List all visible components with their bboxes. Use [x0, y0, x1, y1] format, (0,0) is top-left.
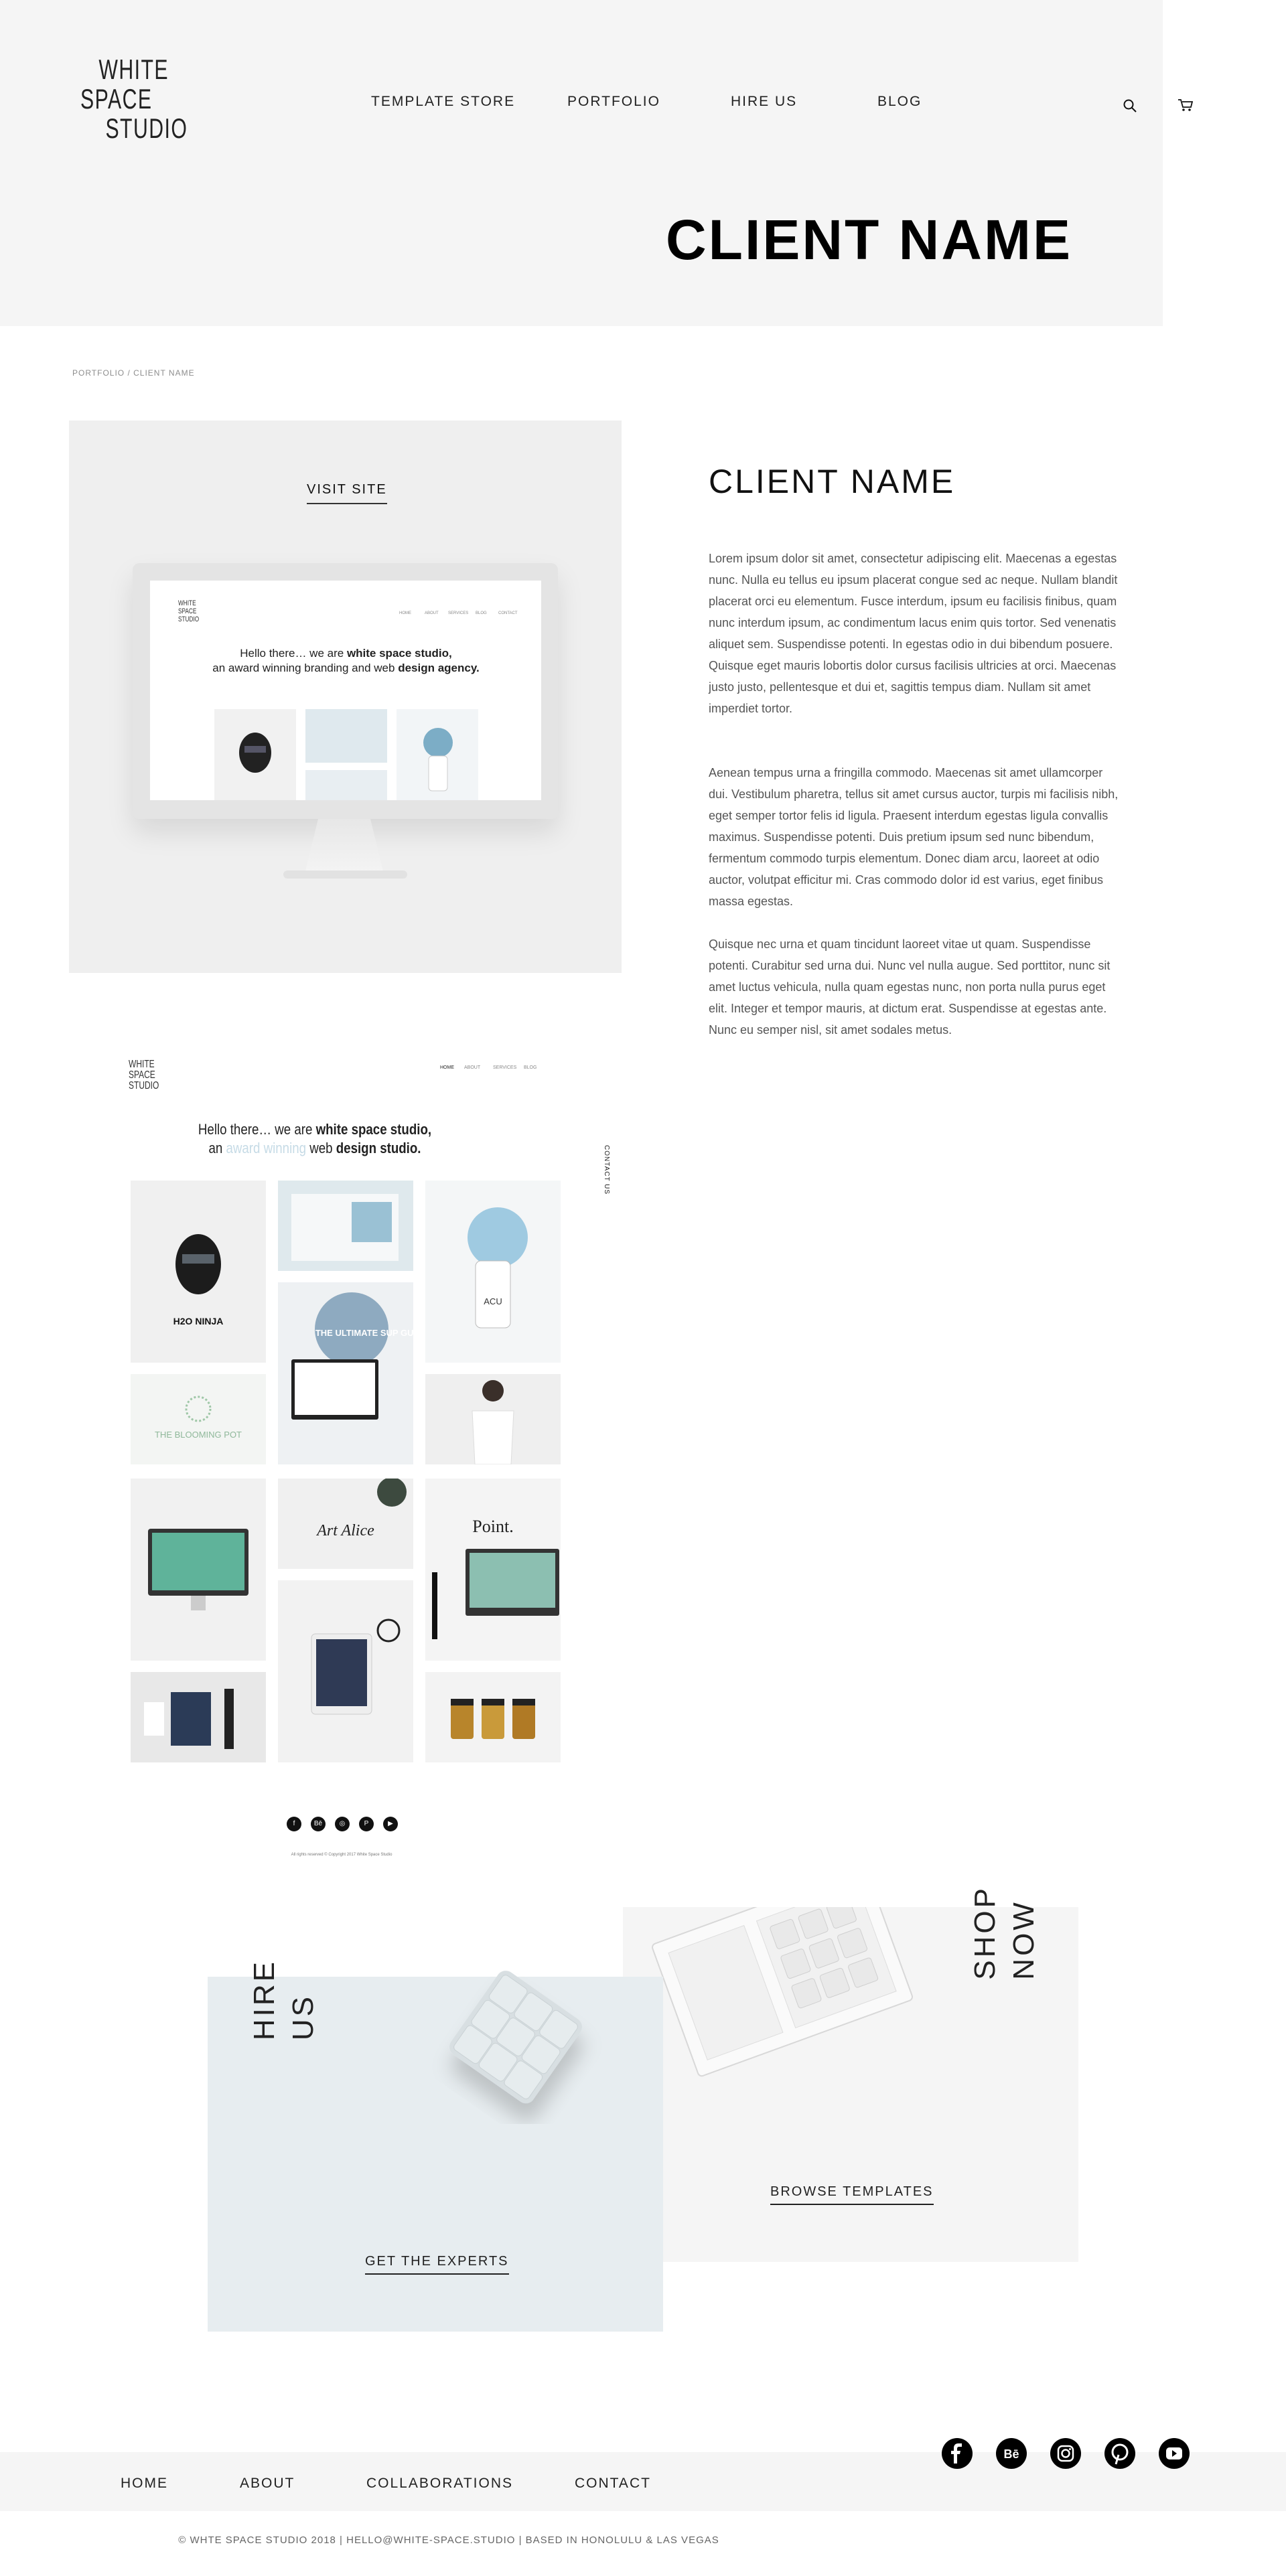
nav-portfolio[interactable]: PORTFOLIO	[567, 94, 660, 110]
browse-templates-link[interactable]: BROWSE TEMPLATES	[770, 2184, 934, 2205]
preview-rights: All rights reserved © Copyright 2017 Whi…	[291, 1853, 392, 1857]
instagram-icon[interactable]	[1050, 2437, 1082, 2470]
svg-text:H2O NINJA: H2O NINJA	[173, 1316, 224, 1327]
svg-text:Art Alice: Art Alice	[315, 1522, 374, 1539]
contact-us-tab[interactable]: CONTACT US	[603, 1145, 610, 1195]
preview-youtube-icon[interactable]: ▶	[383, 1817, 398, 1831]
footer-nav-home[interactable]: HOME	[121, 2476, 168, 2492]
grid-tile-magazine[interactable]	[278, 1181, 413, 1271]
search-icon[interactable]	[1123, 98, 1137, 113]
facebook-icon[interactable]	[941, 2437, 973, 2470]
monitor-screen: WHITE SPACE STUDIO HOME ABOUT SERVICES BLO…	[150, 581, 541, 800]
footer-nav-contact[interactable]: CONTACT	[575, 2476, 651, 2492]
screen-tile	[397, 709, 478, 800]
website-preview: WHITE SPACE STUDIO HOME ABOUT SERVICES BLO…	[129, 1059, 610, 1858]
grid-tile-blooming-pot[interactable]: THE BLOOMING POT	[131, 1374, 266, 1464]
youtube-icon[interactable]	[1158, 2437, 1190, 2470]
grid-tile-sup-guide[interactable]: THE ULTIMATE SUP GUIDE	[278, 1282, 413, 1464]
svg-text:THE BLOOMING POT: THE BLOOMING POT	[155, 1430, 242, 1440]
preview-behance-icon[interactable]: Bē	[311, 1817, 326, 1831]
site-logo[interactable]: WHITE SPACE STUDIO	[80, 55, 188, 143]
preview-pinterest-icon[interactable]: P	[359, 1817, 374, 1831]
cube-image	[449, 1971, 582, 2103]
nav-blog[interactable]: BLOG	[877, 94, 922, 110]
behance-icon[interactable]: Bē	[995, 2437, 1027, 2470]
monitor-stand	[305, 819, 384, 873]
client-heading: CLIENT NAME	[709, 463, 956, 500]
showcase-panel: VISIT SITE WHITE SPACE STUDIO HOME ABOUT S…	[69, 421, 622, 973]
pinterest-icon[interactable]	[1104, 2437, 1136, 2470]
copyright-text: © WHTE SPACE STUDIO 2018 | HELLO@WHITE-S…	[178, 2534, 719, 2546]
screen-tile	[214, 709, 296, 800]
svg-text:Bē: Bē	[1003, 2447, 1019, 2461]
client-paragraph-3: Quisque nec urna et quam tincidunt laore…	[709, 937, 1111, 1037]
client-paragraph-2: Aenean tempus urna a fringilla commodo. …	[709, 766, 1119, 908]
preview-instagram-icon[interactable]: ◎	[335, 1817, 350, 1831]
cart-icon[interactable]	[1177, 98, 1194, 112]
breadcrumb[interactable]: PORTFOLIO / CLIENT NAME	[72, 368, 195, 378]
preview-facebook-icon[interactable]: f	[287, 1817, 301, 1831]
monitor-mockup: WHITE SPACE STUDIO HOME ABOUT SERVICES BLO…	[133, 563, 558, 819]
grid-tile-tablet[interactable]	[278, 1580, 413, 1762]
grid-tile-stationery[interactable]	[131, 1672, 266, 1762]
hire-us-card[interactable]: HIRE US GET THE EXPERTS	[208, 1959, 663, 2332]
palette-image	[652, 1907, 913, 2077]
nav-hire-us[interactable]: HIRE US	[731, 94, 797, 110]
preview-logo: WHITE SPACE STUDIO	[129, 1059, 159, 1091]
shop-now-title: SHOP NOW	[969, 1886, 1040, 1980]
screen-tile	[305, 770, 387, 800]
svg-text:Point.: Point.	[472, 1517, 513, 1536]
visit-site-link[interactable]: VISIT SITE	[307, 482, 387, 504]
grid-tile-h2o[interactable]: H2O NINJA	[131, 1181, 266, 1363]
monitor-base	[283, 870, 407, 879]
get-the-experts-link[interactable]: GET THE EXPERTS	[365, 2254, 509, 2275]
grid-tile-monitor[interactable]	[131, 1479, 266, 1661]
screen-tile	[305, 709, 387, 763]
grid-tile-jars[interactable]	[425, 1672, 561, 1762]
footer-nav-about[interactable]: ABOUT	[240, 2476, 295, 2492]
screen-hello: Hello there… we are white space studio, …	[212, 647, 480, 674]
nav-template-store[interactable]: TEMPLATE STORE	[371, 94, 515, 110]
screen-logo: WHITE SPACE STUDIO	[178, 599, 200, 623]
footer-nav-collaborations[interactable]: COLLABORATIONS	[366, 2476, 513, 2492]
client-paragraph-1: Lorem ipsum dolor sit amet, consectetur …	[709, 552, 1118, 715]
grid-tile-point[interactable]: Point.	[425, 1479, 561, 1661]
site-header: WHITE SPACE STUDIO TEMPLATE STORE PORTFO…	[0, 0, 1163, 326]
shop-now-card[interactable]: SHOP NOW BROWSE TEMPLATES	[623, 1886, 1078, 2262]
hire-us-title: HIRE US	[248, 1959, 319, 2041]
page-title: CLIENT NAME	[666, 208, 1072, 271]
svg-text:ACU: ACU	[484, 1296, 502, 1306]
grid-tile-acu[interactable]: ACU	[425, 1181, 561, 1363]
svg-text:THE ULTIMATE SUP GUIDE: THE ULTIMATE SUP GUIDE	[315, 1328, 413, 1338]
grid-tile-art-alice[interactable]: Art Alice	[278, 1479, 413, 1569]
grid-tile-tshirt[interactable]	[425, 1374, 561, 1464]
preview-hello: Hello there… we are white space studio, …	[198, 1121, 432, 1156]
